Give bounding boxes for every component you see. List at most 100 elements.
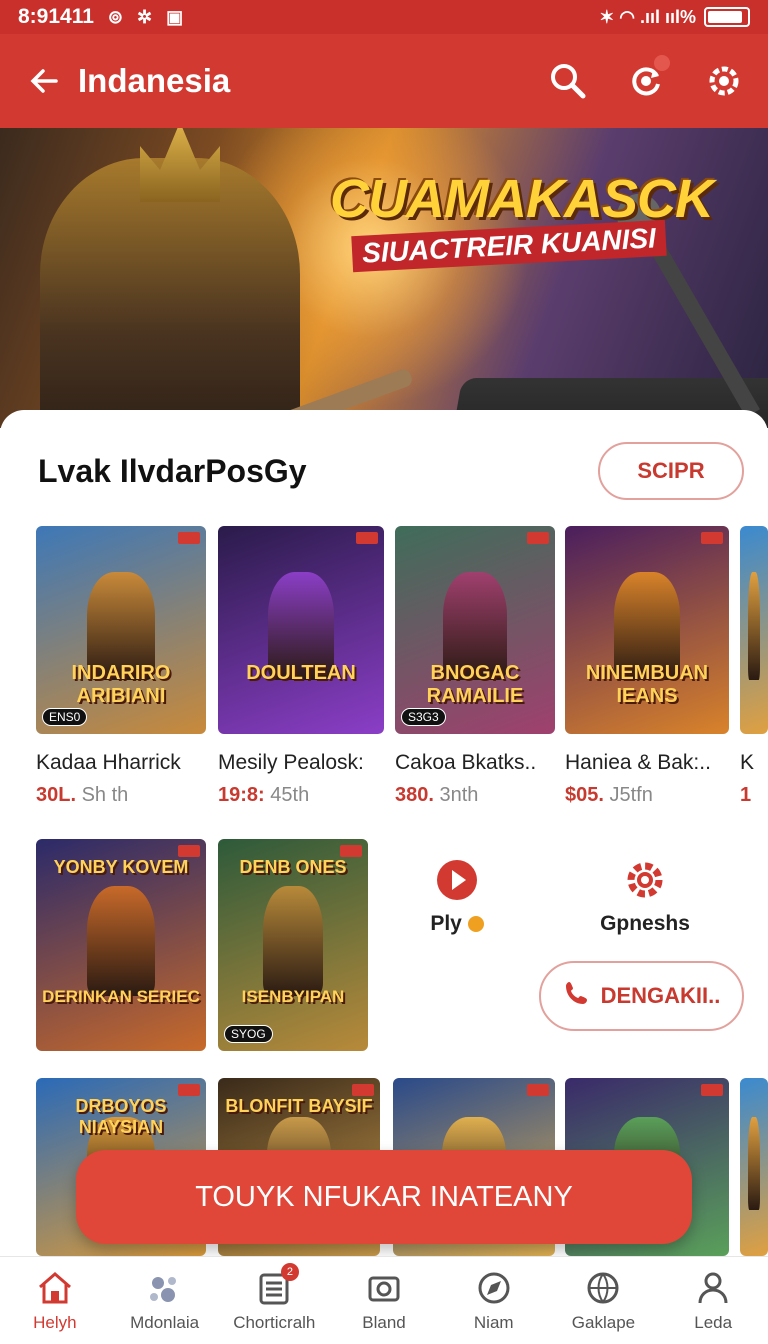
game-price-value: $05. [565, 784, 604, 806]
sync-icon: ⊚ [107, 6, 124, 27]
game-card-badge: SYOG [224, 1025, 273, 1043]
game-card-art-subtitle: ISENBYIPAN [241, 987, 345, 1006]
nav-label: Bland [362, 1313, 406, 1332]
game-card-art-title: YONBY KOVEM [53, 857, 189, 877]
compass-icon [473, 1267, 515, 1309]
game-card[interactable]: NINEMBUAN IEANS [565, 526, 729, 734]
settings-action[interactable]: Gpneshs [590, 858, 700, 936]
game-price-value: 380. [395, 784, 434, 806]
section-action-button[interactable]: SCIPR [598, 442, 744, 500]
primary-cta-button[interactable]: TOUYK NFUKAR INATEANY [76, 1150, 692, 1244]
call-button-label: DENGAKII.. [600, 983, 721, 1008]
section-title: Lvak IlvdarPosGy [38, 453, 307, 489]
coin-icon [467, 916, 484, 933]
game-name: K [740, 751, 755, 774]
game-name: Haniea & Bak:.. [565, 751, 711, 774]
game-card[interactable]: INDARIRO ARIBIANI ENS0 [36, 526, 206, 734]
bubbles-icon [144, 1267, 186, 1309]
page-title: Indanesia [78, 62, 231, 99]
nav-item-leda[interactable]: Leda [658, 1257, 768, 1344]
bottom-navigation: Helyh Mdonlaia 2 Chorticralh Bland Niam Gaklap… [0, 1256, 768, 1344]
game-price-value: 1 [740, 784, 752, 806]
game-card[interactable] [740, 526, 768, 734]
game-name: Mesily Pealosk: [218, 751, 364, 774]
game-card-tag [340, 845, 362, 857]
notification-dot [654, 55, 670, 71]
settings-label: Gpneshs [600, 912, 690, 935]
status-notification-icons: ⊚ ✲ ▣ [108, 7, 183, 28]
game-card-character [748, 1117, 760, 1210]
game-price-value: 30L. [36, 784, 77, 806]
refresh-icon[interactable] [624, 55, 670, 103]
signal-text: ✶ ◠ .ııl ııl% [599, 6, 696, 27]
game-card-badge: ENS0 [42, 708, 88, 726]
game-card-art-title: NINEMBUAN IEANS [585, 662, 709, 707]
game-price-meta: 45th [264, 784, 310, 806]
game-price-meta: Sh th [76, 784, 129, 806]
game-card-art-title: BNOGAC RAMAILIE [426, 662, 524, 707]
back-arrow-icon[interactable] [22, 59, 66, 103]
game-card-character [263, 885, 323, 996]
nav-badge: 2 [280, 1263, 299, 1281]
game-card-badge: S3G3 [401, 708, 446, 726]
game-card-tag [352, 1084, 374, 1096]
game-name: Kadaa Hharrick [36, 751, 181, 774]
banner-crown [140, 128, 220, 202]
nav-item-helyh[interactable]: Helyh [0, 1257, 110, 1344]
game-card[interactable]: DOULTEAN [218, 526, 384, 734]
settings-gear-icon[interactable] [702, 59, 746, 103]
game-card-tag [701, 532, 723, 544]
profile-icon [692, 1267, 734, 1309]
nav-item-chorticralh[interactable]: 2 Chorticralh [219, 1257, 329, 1344]
nav-item-gaklape[interactable]: Gaklape [549, 1257, 659, 1344]
nav-label: Mdonlaia [130, 1313, 200, 1332]
game-card-tag [178, 1084, 200, 1096]
game-card-art-title: BLONFIT BAYSIF [225, 1096, 373, 1116]
game-name: Cakoa Bkatks.. [395, 751, 537, 774]
game-card[interactable] [740, 1078, 768, 1256]
game-price-meta: 3nth [433, 784, 479, 806]
game-price: 380. 3nth [395, 784, 478, 807]
game-price-value: 19:8: [218, 784, 265, 806]
game-card-tag [527, 1084, 549, 1096]
nav-item-mdonlaia[interactable]: Mdonlaia [110, 1257, 220, 1344]
play-action[interactable]: Ply [412, 858, 502, 936]
nav-label: Leda [694, 1313, 733, 1332]
globe-icon [582, 1267, 624, 1309]
battery-icon [704, 7, 750, 27]
search-icon[interactable] [546, 59, 590, 103]
nav-item-bland[interactable]: Bland [329, 1257, 439, 1344]
message-icon: ▣ [166, 6, 184, 27]
nav-label: Chorticralh [233, 1313, 316, 1332]
nav-item-niam[interactable]: Niam [439, 1257, 549, 1344]
game-card-tag [178, 845, 200, 857]
nav-label: Helyh [33, 1313, 77, 1332]
gear-small-icon: ✲ [137, 6, 153, 27]
game-card-art-title: DENB ONES [239, 857, 347, 877]
game-price-meta: J5tfn [603, 784, 653, 806]
game-card-tag [356, 532, 378, 544]
game-card[interactable]: BNOGAC RAMAILIE S3G3 [395, 526, 555, 734]
game-card-art-title: DRBOYOS NIAYSIAN [75, 1096, 167, 1137]
game-card-tag [178, 532, 200, 544]
nav-label: Gaklape [571, 1313, 636, 1332]
nav-label: Niam [473, 1313, 514, 1332]
call-button[interactable]: DENGAKII.. [539, 961, 744, 1031]
game-price: 1 [740, 784, 751, 807]
game-card-tag [701, 1084, 723, 1096]
game-card-character [748, 571, 760, 680]
game-card-art-title: INDARIRO ARIBIANI [71, 662, 171, 707]
home-icon [34, 1267, 76, 1309]
play-label: Ply [430, 912, 462, 935]
game-price: 30L. Sh th [36, 784, 128, 807]
play-icon [435, 858, 479, 902]
game-card-character [87, 885, 155, 996]
game-card[interactable]: DENB ONES ISENBYIPAN SYOG [218, 839, 368, 1051]
game-card-tag [527, 532, 549, 544]
hero-banner[interactable]: CUAMAKASCK SIUACTREIR KUANISI [0, 128, 768, 428]
game-card[interactable]: YONBY KOVEM DERINKAN SERIEC [36, 839, 206, 1051]
game-price: $05. J5tfn [565, 784, 653, 807]
phone-icon [563, 979, 591, 1013]
status-right: ✶ ◠ .ııl ııl% [599, 7, 750, 28]
game-card-art-subtitle: DERINKAN SERIEC [42, 987, 200, 1006]
